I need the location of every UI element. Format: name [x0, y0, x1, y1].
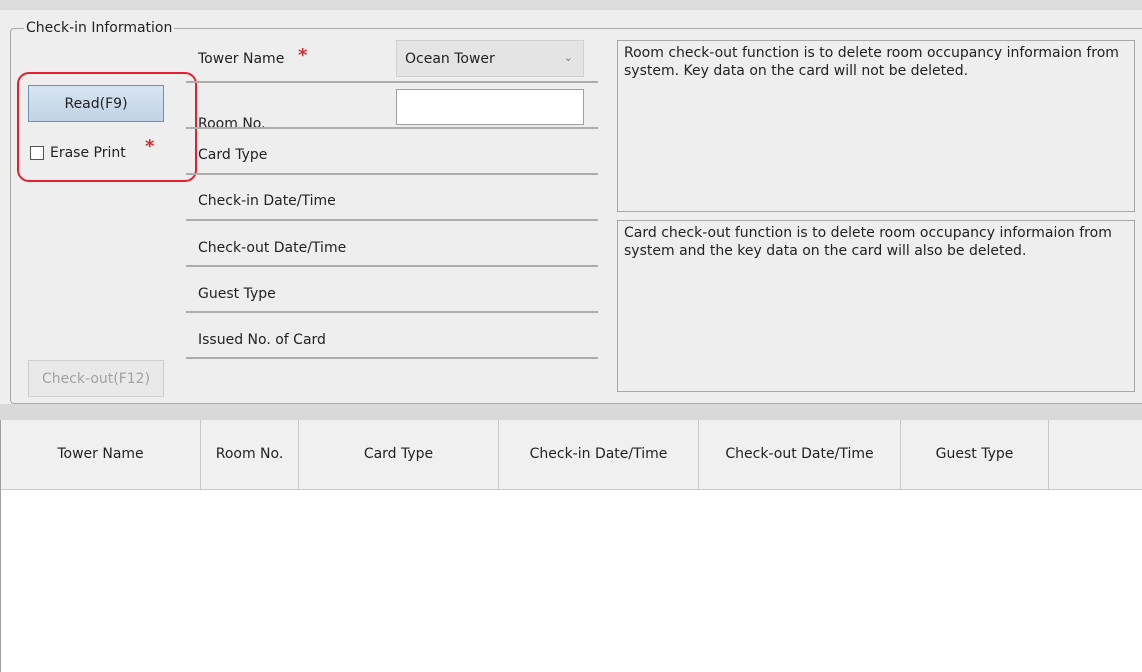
grid-header: Tower Name Room No. Card Type Check-in D… [1, 420, 1142, 490]
checkin-datetime-label: Check-in Date/Time [198, 193, 336, 209]
field-divider [186, 219, 598, 221]
guest-type-label: Guest Type [198, 286, 276, 302]
column-header-checkout-datetime[interactable]: Check-out Date/Time [699, 420, 901, 489]
card-checkout-note: Card check-out function is to delete roo… [617, 220, 1135, 392]
tower-name-label: Tower Name [198, 51, 285, 67]
field-divider [186, 173, 598, 175]
highlight-annotation [17, 72, 197, 182]
field-divider [186, 265, 598, 267]
room-no-label: Room No. [198, 116, 266, 132]
checkin-panel: Check-in Information Read(F9) Erase Prin… [0, 0, 1142, 412]
groupbox-title: Check-in Information [24, 19, 175, 37]
panel-splitter[interactable] [0, 404, 1142, 420]
checkout-datetime-label: Check-out Date/Time [198, 240, 347, 256]
tower-name-select[interactable]: Ocean Tower ⌄ [396, 40, 584, 77]
chevron-down-icon: ⌄ [563, 51, 573, 64]
field-divider [186, 81, 598, 83]
field-divider [186, 357, 598, 359]
top-strip [0, 0, 1142, 10]
field-divider [186, 311, 598, 313]
room-checkout-note: Room check-out function is to delete roo… [617, 40, 1135, 212]
field-divider [186, 127, 598, 129]
card-type-label: Card Type [198, 147, 268, 163]
checkin-grid: Tower Name Room No. Card Type Check-in D… [0, 420, 1142, 672]
column-header-room-no[interactable]: Room No. [201, 420, 299, 489]
issued-no-of-card-label: Issued No. of Card [198, 332, 326, 348]
required-mark: * [298, 45, 308, 66]
room-no-input[interactable] [396, 89, 584, 125]
column-header-card-type[interactable]: Card Type [299, 420, 499, 489]
tower-name-selected-value: Ocean Tower [405, 51, 495, 67]
checkout-button[interactable]: Check-out(F12) [28, 360, 164, 397]
column-header-tower-name[interactable]: Tower Name [1, 420, 201, 489]
column-header-checkin-datetime[interactable]: Check-in Date/Time [499, 420, 699, 489]
column-header-guest-type[interactable]: Guest Type [901, 420, 1049, 489]
